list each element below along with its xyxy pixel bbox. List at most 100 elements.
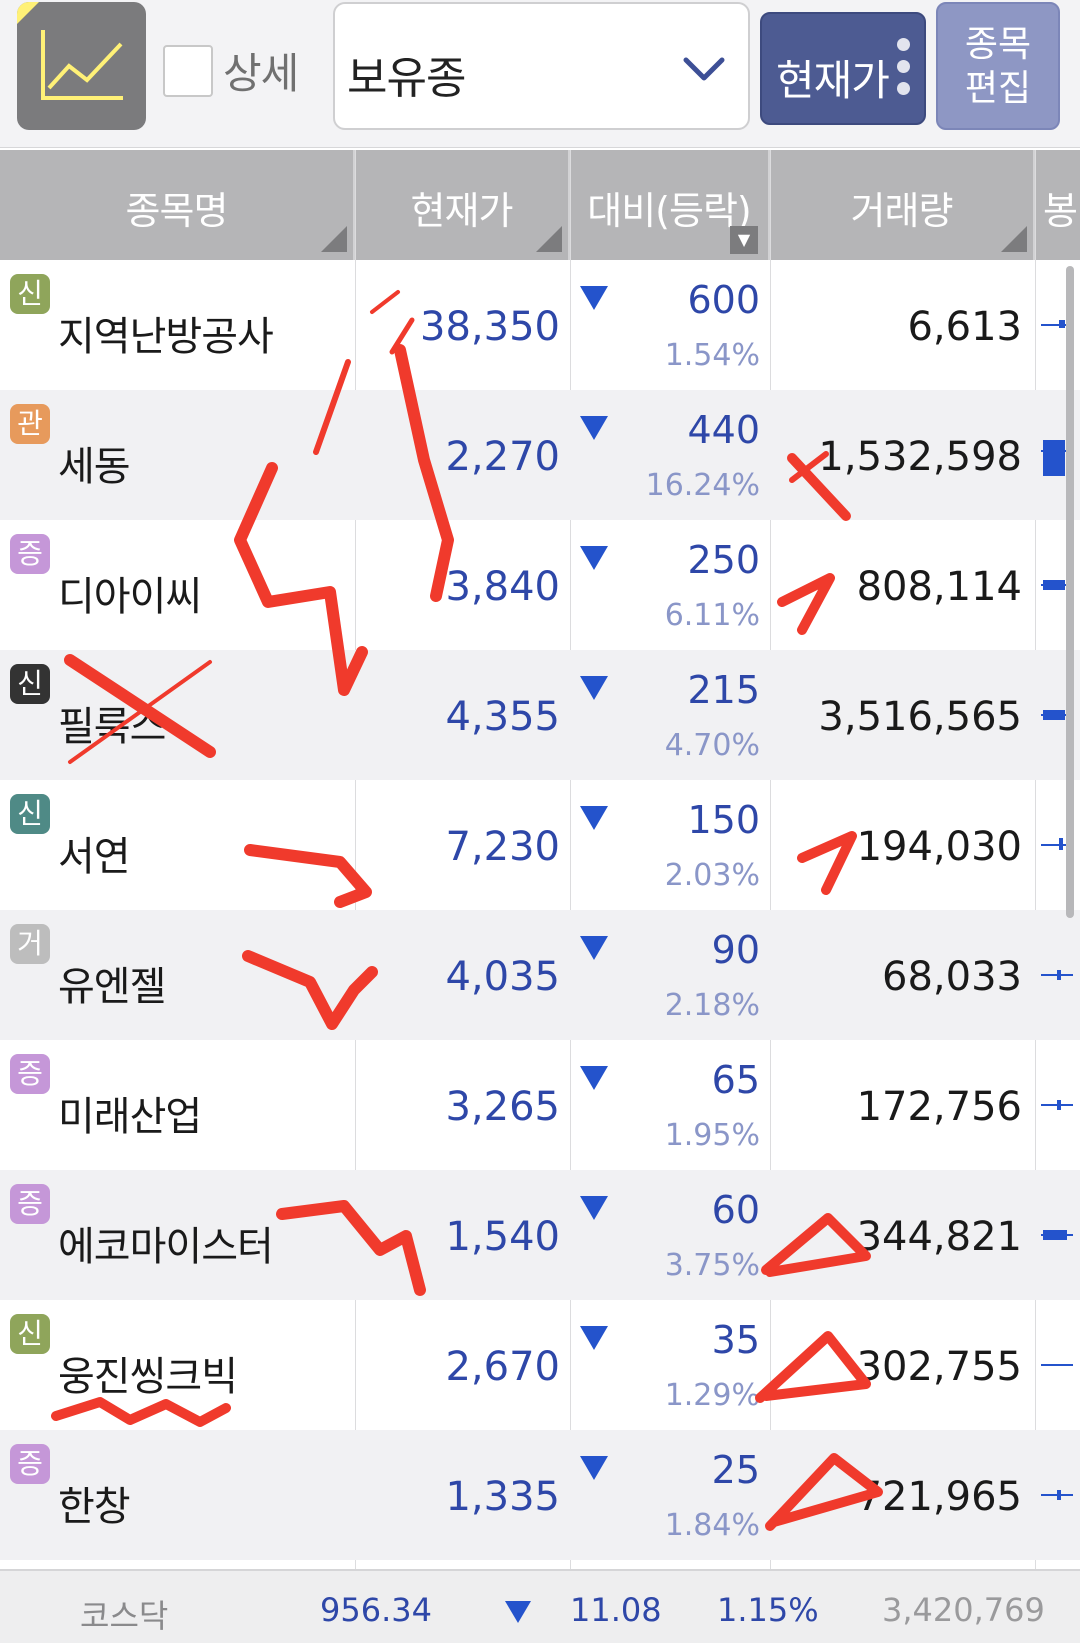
- stock-name: 디아이씨: [58, 574, 202, 620]
- market-badge: 관: [10, 404, 50, 444]
- stock-row[interactable]: 거 유엔젤 4,035 90 2.18% 68,033: [0, 910, 1080, 1040]
- table-header: 종목명 현재가 대비(등락) ▼ 거래량 봉: [0, 150, 1080, 260]
- stock-change: 35: [711, 1318, 760, 1362]
- stock-volume: 68,033: [882, 954, 1022, 1000]
- stock-volume: 194,030: [856, 824, 1022, 870]
- stock-row[interactable]: 신 서연 7,230 150 2.03% 194,030: [0, 780, 1080, 910]
- index-pct: 1.15%: [717, 1591, 819, 1629]
- top-toolbar: 상세 보유종 현재가 종목 편집: [0, 0, 1080, 148]
- current-price-button-label: 현재가: [776, 56, 890, 105]
- detail-checkbox[interactable]: 상세: [163, 40, 299, 101]
- stock-change: 440: [687, 408, 760, 452]
- stock-volume: 302,755: [856, 1344, 1022, 1390]
- index-value: 956.34: [320, 1591, 432, 1629]
- stock-row[interactable]: 관 세동 2,270 440 16.24% 1,532,598: [0, 390, 1080, 520]
- down-arrow-icon: [580, 286, 608, 310]
- down-arrow-icon: [580, 806, 608, 830]
- sort-down-icon: ▼: [730, 226, 758, 254]
- market-badge: 증: [10, 534, 50, 574]
- stock-name: 에코마이스터: [58, 1224, 274, 1270]
- chevron-down-icon: [683, 57, 725, 81]
- stock-change: 25: [711, 1448, 760, 1492]
- stock-price: 3,265: [445, 1084, 560, 1130]
- group-select-value: 보유종: [347, 53, 466, 104]
- market-badge: 신: [10, 274, 50, 314]
- stock-change: 60: [711, 1188, 760, 1232]
- index-volume: 3,420,769: [882, 1591, 1045, 1629]
- chart-view-button[interactable]: [17, 2, 146, 130]
- stock-volume: 344,821: [856, 1214, 1022, 1260]
- column-name-label: 종목명: [125, 189, 229, 233]
- stock-change-pct: 4.70%: [664, 728, 760, 763]
- more-options-icon[interactable]: [897, 38, 910, 95]
- stock-change: 600: [687, 278, 760, 322]
- market-badge: 신: [10, 664, 50, 704]
- stock-name: 미래산업: [58, 1094, 202, 1140]
- stock-row[interactable]: 신 웅진씽크빅 2,670 35 1.29% 302,755: [0, 1300, 1080, 1430]
- edit-stocks-button[interactable]: 종목 편집: [936, 2, 1060, 130]
- stock-change-pct: 1.95%: [664, 1118, 760, 1153]
- sort-icon: [1001, 226, 1027, 252]
- stock-name: 유엔젤: [58, 964, 166, 1010]
- stock-row[interactable]: 신 필룩스 4,355 215 4.70% 3,516,565: [0, 650, 1080, 780]
- index-name: 코스닥: [80, 1597, 169, 1635]
- down-arrow-icon: [580, 1456, 608, 1480]
- market-badge: 거: [10, 924, 50, 964]
- stock-change-pct: 1.29%: [664, 1378, 760, 1413]
- line-chart-icon: [41, 30, 123, 100]
- column-header-name[interactable]: 종목명: [0, 150, 355, 260]
- down-arrow-icon: [505, 1601, 531, 1623]
- stock-volume: 6,613: [907, 304, 1022, 350]
- stock-change: 150: [687, 798, 760, 842]
- stock-price: 4,035: [445, 954, 560, 1000]
- stock-change-pct: 1.84%: [664, 1508, 760, 1543]
- column-candle-label: 봉: [1043, 189, 1078, 233]
- mini-candle-icon: [1035, 910, 1080, 1040]
- column-volume-label: 거래량: [850, 189, 954, 233]
- stock-volume: 1,532,598: [818, 434, 1022, 480]
- detail-checkbox-label: 상세: [223, 49, 299, 98]
- column-header-candle[interactable]: 봉: [1035, 150, 1080, 260]
- current-price-button[interactable]: 현재가: [760, 12, 926, 125]
- stock-name: 한창: [58, 1484, 131, 1530]
- checkbox-box[interactable]: [163, 44, 213, 97]
- stock-change-pct: 1.54%: [664, 338, 760, 373]
- stock-change: 90: [711, 928, 760, 972]
- market-index-bar[interactable]: 코스닥 956.34 11.08 1.15% 3,420,769: [0, 1569, 1080, 1643]
- stock-change-pct: 2.18%: [664, 988, 760, 1023]
- sort-icon: [321, 226, 347, 252]
- down-arrow-icon: [580, 1326, 608, 1350]
- stock-row[interactable]: 증 한창 1,335 25 1.84% 721,965: [0, 1430, 1080, 1560]
- market-badge: 증: [10, 1444, 50, 1484]
- column-header-volume[interactable]: 거래량: [770, 150, 1035, 260]
- market-badge: 신: [10, 794, 50, 834]
- stock-volume: 3,516,565: [818, 694, 1022, 740]
- column-header-change[interactable]: 대비(등락) ▼: [570, 150, 770, 260]
- stock-price: 2,670: [445, 1344, 560, 1390]
- stock-change: 215: [687, 668, 760, 712]
- edit-button-line2: 편집: [964, 68, 1032, 109]
- stock-name: 지역난방공사: [58, 314, 274, 360]
- market-badge: 신: [10, 1314, 50, 1354]
- stock-price: 1,335: [445, 1474, 560, 1520]
- stock-row[interactable]: 증 에코마이스터 1,540 60 3.75% 344,821: [0, 1170, 1080, 1300]
- stock-row[interactable]: 증 디아이씨 3,840 250 6.11% 808,114: [0, 520, 1080, 650]
- mini-candle-icon: [1035, 1300, 1080, 1430]
- stock-name: 세동: [58, 444, 131, 490]
- group-select[interactable]: 보유종: [333, 2, 750, 130]
- mini-candle-icon: [1035, 1170, 1080, 1300]
- column-header-price[interactable]: 현재가: [355, 150, 570, 260]
- stock-price: 3,840: [445, 564, 560, 610]
- stock-change-pct: 16.24%: [645, 468, 760, 503]
- stock-price: 4,355: [445, 694, 560, 740]
- stock-change-pct: 2.03%: [664, 858, 760, 893]
- edit-button-line1: 종목: [964, 24, 1032, 65]
- stock-row[interactable]: 신 지역난방공사 38,350 600 1.54% 6,613: [0, 260, 1080, 390]
- down-arrow-icon: [580, 1066, 608, 1090]
- down-arrow-icon: [580, 546, 608, 570]
- stock-row[interactable]: 증 미래산업 3,265 65 1.95% 172,756: [0, 1040, 1080, 1170]
- sort-icon: [536, 226, 562, 252]
- stock-name: 필룩스: [58, 704, 166, 750]
- scrollbar[interactable]: [1066, 266, 1074, 918]
- stock-price: 1,540: [445, 1214, 560, 1260]
